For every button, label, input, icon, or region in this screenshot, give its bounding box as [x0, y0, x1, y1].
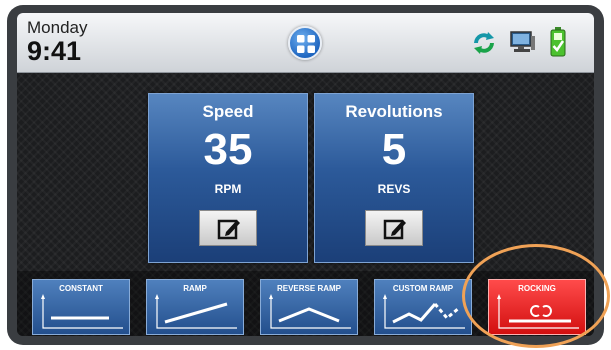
reverse-ramp-profile-icon [269, 294, 351, 329]
mode-label: CONSTANT [59, 284, 103, 293]
sync-icon[interactable] [472, 31, 496, 55]
constant-profile-icon [41, 294, 123, 329]
time-label: 9:41 [27, 36, 82, 66]
edit-icon [383, 219, 406, 240]
mode-label: REVERSE RAMP [276, 284, 341, 293]
header-bar: Monday 9:41 [17, 13, 594, 73]
mode-ramp-button[interactable]: RAMP [146, 279, 244, 335]
speed-title: Speed [202, 102, 254, 121]
speed-tile[interactable]: Speed 35 RPM [148, 93, 308, 263]
battery-icon [550, 27, 566, 57]
speed-unit: RPM [214, 182, 242, 196]
ramp-profile-icon [155, 294, 237, 329]
edit-revolutions-button[interactable] [365, 210, 423, 246]
edit-icon [217, 219, 240, 240]
revolutions-unit: REVS [377, 182, 411, 196]
speed-value: 35 [203, 125, 253, 174]
mode-label: CUSTOM RAMP [392, 284, 454, 293]
revolutions-title: Revolutions [345, 102, 443, 121]
mode-label: RAMP [183, 284, 207, 293]
home-grid-icon [297, 35, 315, 53]
highlight-ring [462, 244, 610, 348]
computer-icon[interactable] [510, 30, 536, 54]
revolutions-tile[interactable]: Revolutions 5 REVS [314, 93, 474, 263]
revolutions-value: 5 [381, 125, 407, 174]
mode-custom-ramp-button[interactable]: CUSTOM RAMP [374, 279, 472, 335]
day-label: Monday [27, 18, 88, 37]
home-button[interactable] [288, 26, 322, 60]
mode-constant-button[interactable]: CONSTANT [32, 279, 130, 335]
edit-speed-button[interactable] [199, 210, 257, 246]
mode-reverse-ramp-button[interactable]: REVERSE RAMP [260, 279, 358, 335]
custom-ramp-profile-icon [383, 294, 465, 329]
